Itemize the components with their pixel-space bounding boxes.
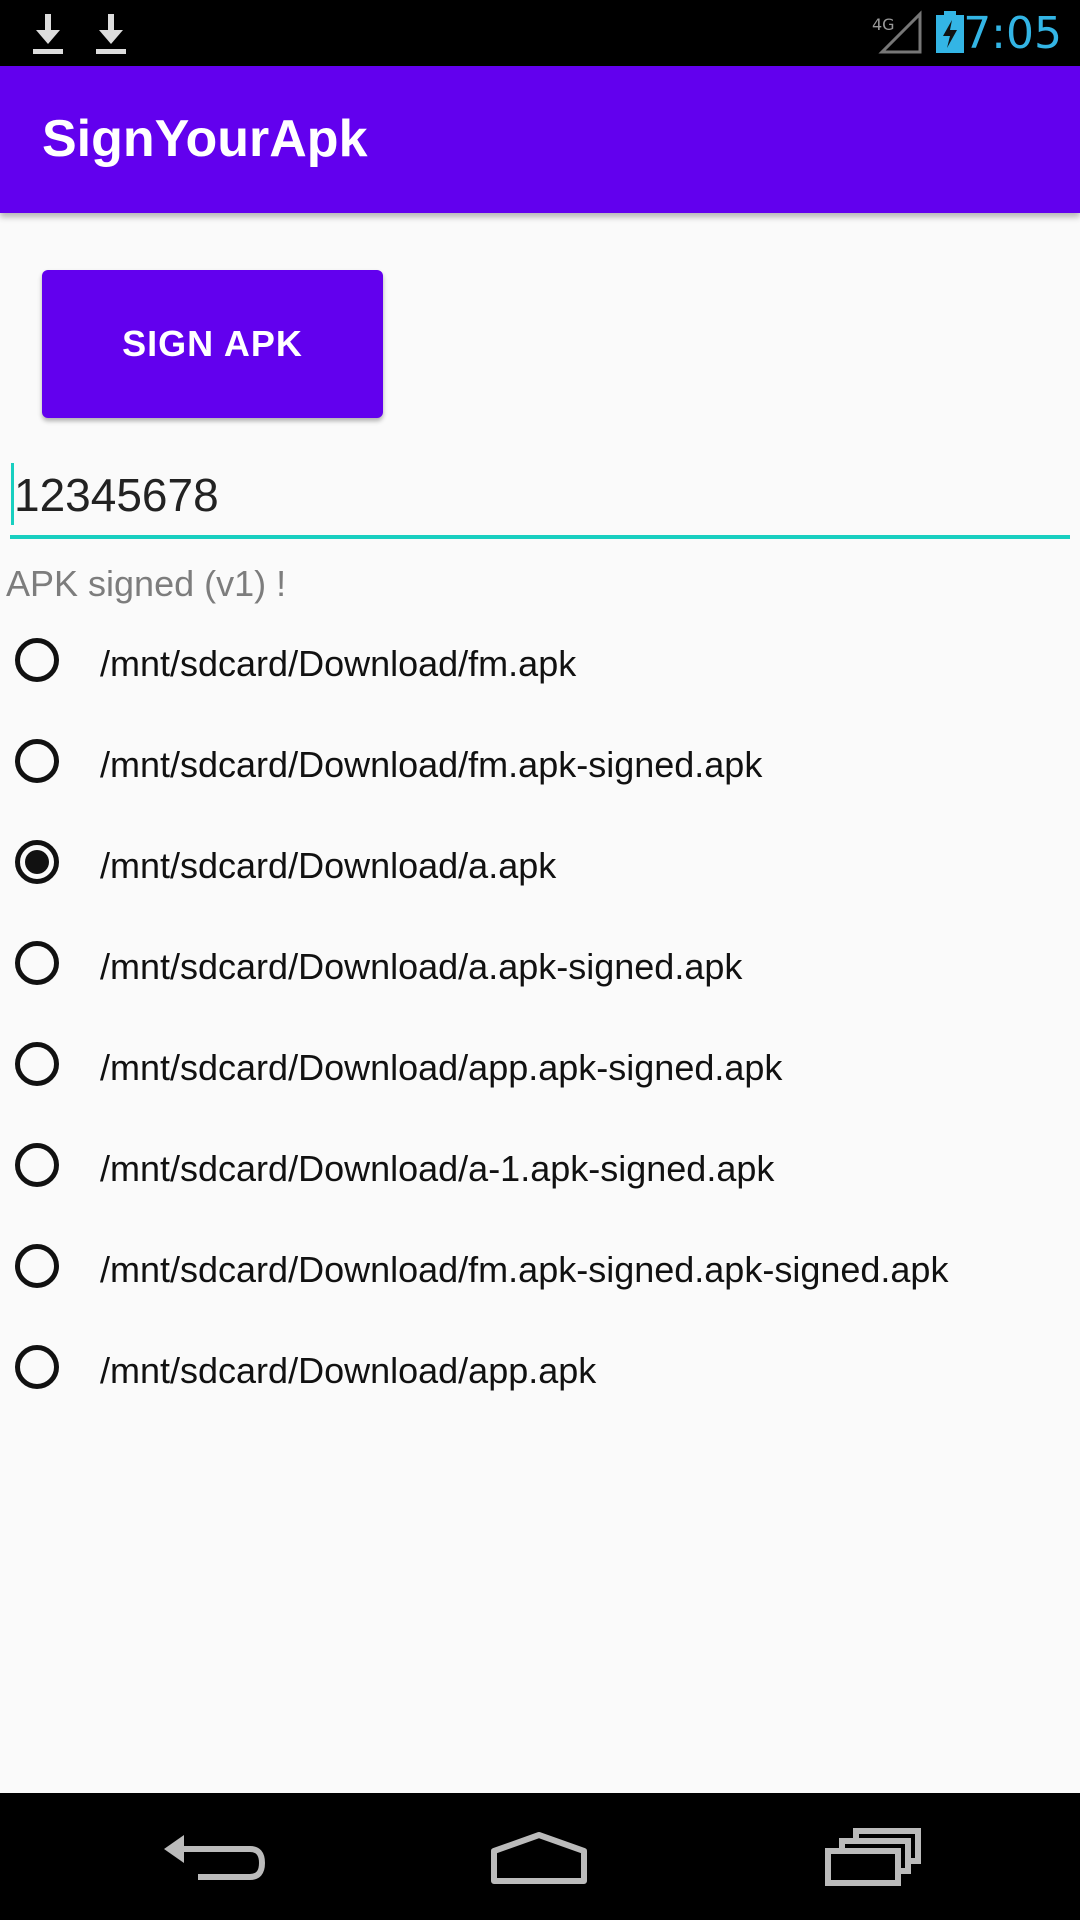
download-icon [33, 14, 63, 54]
apk-radio-item[interactable]: /mnt/sdcard/Download/a.apk-signed.apk [0, 916, 1080, 1017]
apk-radio-group: /mnt/sdcard/Download/fm.apk /mnt/sdcard/… [0, 613, 1080, 1421]
radio-button[interactable] [15, 840, 59, 884]
battery-charging-icon [936, 11, 964, 53]
apk-path-label: /mnt/sdcard/Download/app.apk [100, 1350, 597, 1391]
navigation-bar [0, 1793, 1080, 1920]
app-title: SignYourApk [42, 110, 368, 168]
apk-path-label: /mnt/sdcard/Download/a.apk [100, 845, 557, 886]
apk-radio-item[interactable]: /mnt/sdcard/Download/fm.apk [0, 613, 1080, 714]
password-input[interactable]: 12345678 [10, 455, 1070, 539]
recents-icon[interactable] [818, 1821, 928, 1891]
radio-button[interactable] [15, 638, 59, 682]
apk-radio-item[interactable]: /mnt/sdcard/Download/a-1.apk-signed.apk [0, 1118, 1080, 1219]
signal-icon: 4G [872, 10, 922, 54]
apk-path-label: /mnt/sdcard/Download/fm.apk-signed.apk [100, 744, 763, 785]
radio-button[interactable] [15, 1143, 59, 1187]
app-bar: SignYourApk [0, 66, 1080, 213]
radio-button[interactable] [15, 941, 59, 985]
status-bar: 4G 7:05 [0, 0, 1080, 66]
home-icon[interactable] [484, 1821, 594, 1891]
radio-button[interactable] [15, 739, 59, 783]
clock: 7:05 [963, 8, 1062, 59]
password-input-value: 12345678 [14, 469, 219, 521]
apk-radio-item[interactable]: /mnt/sdcard/Download/app.apk [0, 1320, 1080, 1421]
apk-path-label: /mnt/sdcard/Download/a-1.apk-signed.apk [100, 1148, 775, 1189]
download-icon [96, 14, 126, 54]
apk-path-label: /mnt/sdcard/Download/app.apk-signed.apk [100, 1047, 783, 1088]
status-message: APK signed (v1) ! [6, 563, 287, 604]
sign-apk-button[interactable]: SIGN APK [42, 270, 383, 418]
radio-button[interactable] [15, 1244, 59, 1288]
apk-radio-item[interactable]: /mnt/sdcard/Download/fm.apk-signed.apk-s… [0, 1219, 1080, 1320]
apk-radio-item[interactable]: /mnt/sdcard/Download/app.apk-signed.apk [0, 1017, 1080, 1118]
radio-button[interactable] [15, 1042, 59, 1086]
apk-radio-item[interactable]: /mnt/sdcard/Download/fm.apk-signed.apk [0, 714, 1080, 815]
network-type-label: 4G [872, 15, 895, 34]
apk-radio-item[interactable]: /mnt/sdcard/Download/a.apk [0, 815, 1080, 916]
apk-path-label: /mnt/sdcard/Download/fm.apk [100, 643, 577, 684]
radio-button[interactable] [15, 1345, 59, 1389]
radio-selected-dot [25, 850, 49, 874]
apk-path-label: /mnt/sdcard/Download/fm.apk-signed.apk-s… [100, 1249, 949, 1290]
apk-path-label: /mnt/sdcard/Download/a.apk-signed.apk [100, 946, 743, 987]
back-icon[interactable] [160, 1821, 270, 1891]
